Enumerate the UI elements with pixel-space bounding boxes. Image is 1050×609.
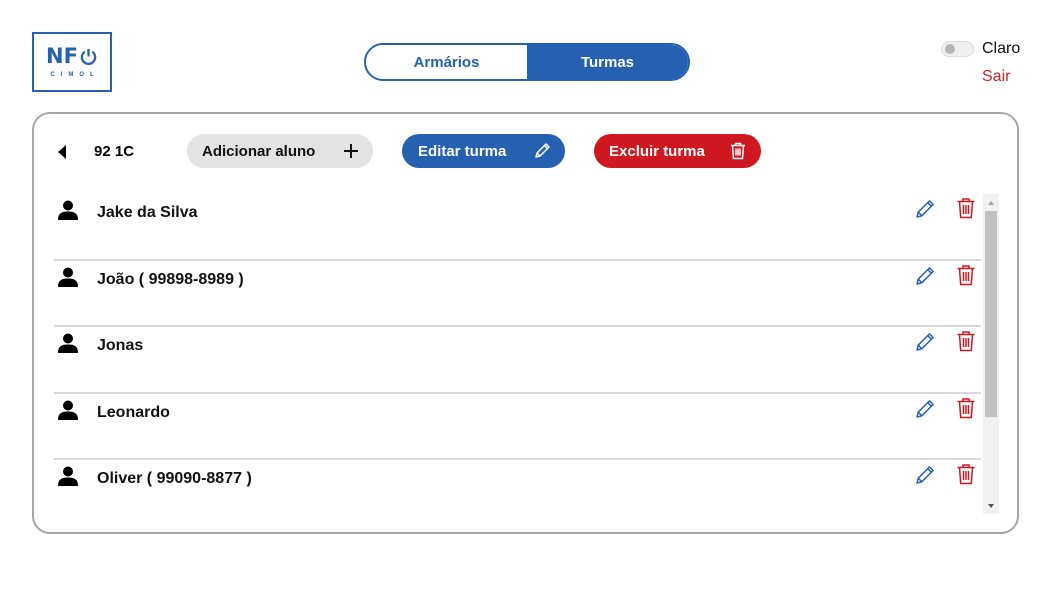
pencil-icon — [914, 266, 936, 291]
delete-class-label: Excluir turma — [609, 142, 705, 160]
edit-class-button[interactable]: Editar turma — [402, 134, 565, 168]
add-student-button[interactable]: Adicionar aluno — [187, 134, 373, 168]
pencil-icon — [535, 143, 550, 158]
pencil-icon — [914, 399, 936, 424]
delete-student-button[interactable] — [956, 264, 976, 286]
class-toolbar: 92 1C Adicionar aluno Editar turma Exclu… — [34, 114, 1017, 190]
student-list-container: Jake da Silva João ( 99898-8989 ) Jonas Leo… — [54, 194, 999, 514]
user-icon — [57, 199, 79, 221]
student-list: Jake da Silva João ( 99898-8989 ) Jonas Leo… — [54, 194, 981, 514]
trash-icon — [956, 331, 976, 356]
delete-student-button[interactable] — [956, 463, 976, 485]
delete-class-button[interactable]: Excluir turma — [594, 134, 761, 168]
caret-left-icon — [58, 145, 66, 159]
edit-class-label: Editar turma — [418, 142, 507, 160]
scrollbar[interactable] — [983, 194, 999, 514]
class-name: 92 1C — [94, 143, 135, 160]
delete-student-button[interactable] — [956, 397, 976, 419]
section-tabs: Armários Turmas — [364, 43, 690, 81]
theme-label: Claro — [982, 40, 1021, 57]
student-row: Oliver ( 99090-8877 ) — [54, 460, 981, 514]
edit-student-button[interactable] — [914, 331, 936, 353]
pencil-icon — [914, 333, 936, 357]
student-name: Jonas — [97, 337, 144, 354]
student-name: Jake da Silva — [97, 204, 198, 221]
tab-armarios[interactable]: Armários — [366, 45, 527, 79]
student-name: Oliver ( 99090-8877 ) — [97, 470, 252, 487]
user-icon — [57, 266, 79, 288]
student-row: Leonardo — [54, 394, 981, 460]
user-icon — [57, 332, 79, 354]
user-icon — [57, 399, 79, 421]
edit-student-button[interactable] — [914, 398, 936, 420]
pencil-icon — [914, 466, 936, 490]
edit-student-button[interactable] — [914, 265, 936, 287]
trash-icon — [956, 264, 976, 290]
logo: NF CIMOL — [32, 32, 112, 92]
scroll-down-arrow-icon — [988, 503, 994, 508]
trash-icon — [731, 142, 745, 160]
back-button[interactable] — [56, 145, 68, 159]
delete-student-button[interactable] — [956, 330, 976, 352]
scroll-up-arrow-icon — [988, 200, 994, 205]
student-row: Jonas — [54, 327, 981, 394]
logout-link[interactable]: Sair — [982, 68, 1010, 86]
logo-subtitle: CIMOL — [50, 72, 100, 78]
delete-student-button[interactable] — [956, 197, 976, 219]
edit-student-button[interactable] — [914, 198, 936, 220]
trash-icon — [956, 397, 976, 423]
logo-text: NF — [46, 44, 78, 68]
class-panel: 92 1C Adicionar aluno Editar turma Exclu… — [32, 112, 1019, 534]
edit-student-button[interactable] — [914, 464, 936, 486]
scrollbar-thumb[interactable] — [985, 211, 997, 417]
user-icon — [57, 465, 79, 487]
theme-toggle[interactable] — [941, 41, 974, 57]
student-row: Jake da Silva — [54, 194, 981, 261]
toggle-knob — [945, 44, 955, 54]
trash-icon — [956, 198, 976, 223]
student-name: Leonardo — [97, 403, 170, 421]
add-student-label: Adicionar aluno — [202, 142, 316, 160]
pencil-icon — [914, 200, 936, 224]
trash-icon — [956, 464, 976, 489]
student-row: João ( 99898-8989 ) — [54, 261, 981, 327]
tab-turmas[interactable]: Turmas — [527, 45, 688, 79]
scroll-up-button[interactable] — [983, 194, 999, 211]
power-icon — [80, 48, 97, 65]
student-name: João ( 99898-8989 ) — [97, 270, 244, 288]
scroll-down-button[interactable] — [983, 497, 999, 514]
theme-switch: Claro — [941, 40, 1020, 58]
plus-icon — [344, 144, 358, 158]
